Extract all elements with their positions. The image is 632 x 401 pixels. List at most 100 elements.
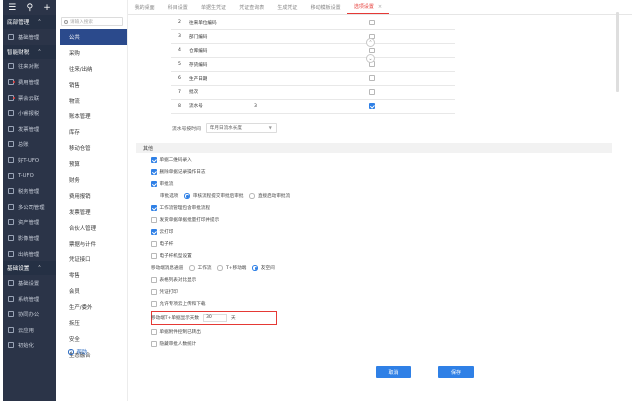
sidebar-item[interactable]: 资产管理 bbox=[3, 215, 56, 231]
menu-item[interactable]: 销售 bbox=[56, 77, 127, 93]
checkbox[interactable] bbox=[369, 19, 375, 26]
row-value[interactable] bbox=[254, 43, 314, 59]
radio-approval-submit[interactable] bbox=[184, 193, 190, 199]
option-attach-control[interactable]: 单据附件控制已转出 bbox=[151, 329, 201, 335]
sidebar-item[interactable]: 发票管理 bbox=[3, 121, 56, 137]
menu-item[interactable]: 库存 bbox=[56, 124, 127, 140]
checkbox[interactable] bbox=[151, 289, 157, 295]
sidebar-item[interactable]: 基础设置 bbox=[3, 275, 56, 291]
scrollbar[interactable] bbox=[616, 12, 619, 92]
checkbox[interactable] bbox=[151, 229, 157, 235]
option-workflow[interactable]: 工作流管理包含审批流程 bbox=[151, 205, 210, 211]
option-list-compare[interactable]: 表格列表对比显示 bbox=[151, 277, 196, 283]
sidebar-item[interactable]: 云应用 bbox=[3, 322, 56, 338]
checkbox[interactable] bbox=[151, 253, 157, 259]
sidebar-item[interactable]: 影像管理 bbox=[3, 230, 56, 246]
menu-item[interactable]: 安全 bbox=[56, 331, 127, 347]
tab[interactable]: 我的桌面 bbox=[128, 0, 161, 14]
option-delete-log[interactable]: 删除单据记录操作日志 bbox=[151, 169, 205, 175]
sidebar-item[interactable]: 系统管理 bbox=[3, 291, 56, 307]
sidebar-item[interactable]: 税务管理 bbox=[3, 183, 56, 199]
menu-search-input[interactable]: 请输入搜索 bbox=[61, 17, 123, 26]
sidebar-item[interactable]: 基础管理 bbox=[3, 29, 56, 45]
checkbox[interactable] bbox=[151, 301, 157, 307]
option-batch-print[interactable]: 发货单据单据批量打印并提示 bbox=[151, 217, 219, 223]
help-link[interactable]: ? 帮助 bbox=[68, 348, 87, 356]
tab[interactable]: 单据生凭证 bbox=[194, 0, 232, 14]
menu-item[interactable]: 发票管理 bbox=[56, 204, 127, 220]
plus-icon[interactable]: + bbox=[43, 3, 51, 13]
checkbox[interactable] bbox=[369, 89, 375, 95]
menu-item[interactable]: 物流 bbox=[56, 93, 127, 109]
option-approval-flow[interactable]: 审批流 bbox=[151, 181, 173, 187]
sidebar-item[interactable]: 票会云联 bbox=[3, 90, 56, 106]
menu-item[interactable]: 拆压 bbox=[56, 315, 127, 331]
checkbox[interactable] bbox=[151, 241, 157, 247]
option-voucher-print[interactable]: 凭证打印 bbox=[151, 289, 178, 295]
tab[interactable]: 选项设置 × bbox=[347, 0, 389, 14]
row-value[interactable] bbox=[254, 16, 314, 31]
menu-icon[interactable]: ☰ bbox=[8, 3, 16, 13]
option-cloud-print[interactable]: 云打印 bbox=[151, 229, 173, 235]
sidebar-section[interactable]: 底部管理 ⌃ bbox=[3, 15, 56, 29]
option-scale[interactable]: 电子杆 bbox=[151, 241, 173, 247]
sidebar-section[interactable]: 智能财税 ⌃ bbox=[3, 44, 56, 59]
checkbox[interactable] bbox=[151, 157, 157, 163]
menu-item[interactable]: 会员 bbox=[56, 283, 127, 299]
menu-item[interactable]: 账本管理 bbox=[56, 108, 127, 124]
option-qrcode[interactable]: 单据二维码录入 bbox=[151, 157, 192, 163]
sidebar-item[interactable]: 协同办公 bbox=[3, 307, 56, 323]
tab[interactable]: 生成凭证 bbox=[271, 0, 304, 14]
radio-notify-workflow[interactable] bbox=[189, 265, 195, 271]
sidebar-item[interactable]: 小睿报税 bbox=[3, 105, 56, 121]
checkbox[interactable] bbox=[151, 205, 157, 211]
row-value[interactable] bbox=[254, 85, 314, 100]
option-scale-model[interactable]: 电子杆机型设置 bbox=[151, 253, 192, 259]
checkbox[interactable] bbox=[369, 75, 375, 81]
sidebar-item[interactable]: 初始化 bbox=[3, 338, 56, 354]
menu-item[interactable]: 采购 bbox=[56, 45, 127, 61]
checkbox[interactable] bbox=[151, 169, 157, 175]
close-icon[interactable]: × bbox=[378, 4, 382, 10]
checkbox[interactable] bbox=[151, 277, 157, 283]
radio-notify-mobile[interactable] bbox=[217, 265, 223, 271]
sidebar-item[interactable]: 多公司管理 bbox=[3, 199, 56, 215]
menu-item[interactable]: 生态融合 bbox=[56, 347, 127, 363]
checkbox[interactable] bbox=[369, 103, 375, 109]
menu-item[interactable]: 财务 bbox=[56, 172, 127, 188]
sidebar-item[interactable]: 总账 bbox=[3, 137, 56, 153]
radio-notify-space[interactable] bbox=[252, 265, 258, 271]
checkbox[interactable] bbox=[151, 329, 157, 335]
checkbox[interactable] bbox=[151, 181, 157, 187]
sidebar-item[interactable]: T-UFO bbox=[3, 168, 56, 184]
row-value[interactable] bbox=[254, 71, 314, 86]
menu-item[interactable]: 票据与计件 bbox=[56, 236, 127, 252]
row-value[interactable] bbox=[254, 57, 314, 73]
menu-item[interactable]: 费用报销 bbox=[56, 188, 127, 204]
menu-item[interactable]: 零售 bbox=[56, 267, 127, 283]
sidebar-item[interactable]: 好T-UFO bbox=[3, 152, 56, 168]
menu-item[interactable]: 凭证接口 bbox=[56, 251, 127, 267]
tab[interactable]: 凭证查询表 bbox=[233, 0, 271, 14]
row-value[interactable]: 3 bbox=[254, 99, 314, 114]
sidebar-item[interactable]: 费用管理 bbox=[3, 74, 56, 90]
checkbox[interactable] bbox=[151, 217, 157, 223]
checkbox[interactable] bbox=[151, 341, 157, 347]
cancel-button[interactable]: 取消 bbox=[376, 366, 411, 378]
search-icon[interactable]: ⚲ bbox=[26, 3, 33, 13]
chevron-down-icon[interactable]: ⌄ bbox=[366, 54, 375, 63]
menu-item[interactable]: 公共 bbox=[60, 29, 127, 45]
sidebar-item[interactable]: 出纳管理 bbox=[3, 246, 56, 262]
checkbox[interactable] bbox=[369, 47, 375, 54]
menu-item[interactable]: 合伙人管理 bbox=[56, 220, 127, 236]
tab[interactable]: 移动模板设置 bbox=[304, 0, 347, 14]
option-cloud-upload[interactable]: 允许专项云上传和下载 bbox=[151, 301, 205, 307]
menu-item[interactable]: 预算 bbox=[56, 156, 127, 172]
menu-item[interactable]: 移动仓管 bbox=[56, 140, 127, 156]
radio-approval-direct[interactable] bbox=[249, 193, 255, 199]
chevron-up-icon[interactable]: ⌃ bbox=[366, 38, 375, 47]
menu-item[interactable]: 往来/出纳 bbox=[56, 61, 127, 77]
save-button[interactable]: 保存 bbox=[438, 366, 474, 378]
sidebar-item[interactable]: 往来对账 bbox=[3, 59, 56, 75]
tab[interactable]: 科目设置 bbox=[161, 0, 194, 14]
